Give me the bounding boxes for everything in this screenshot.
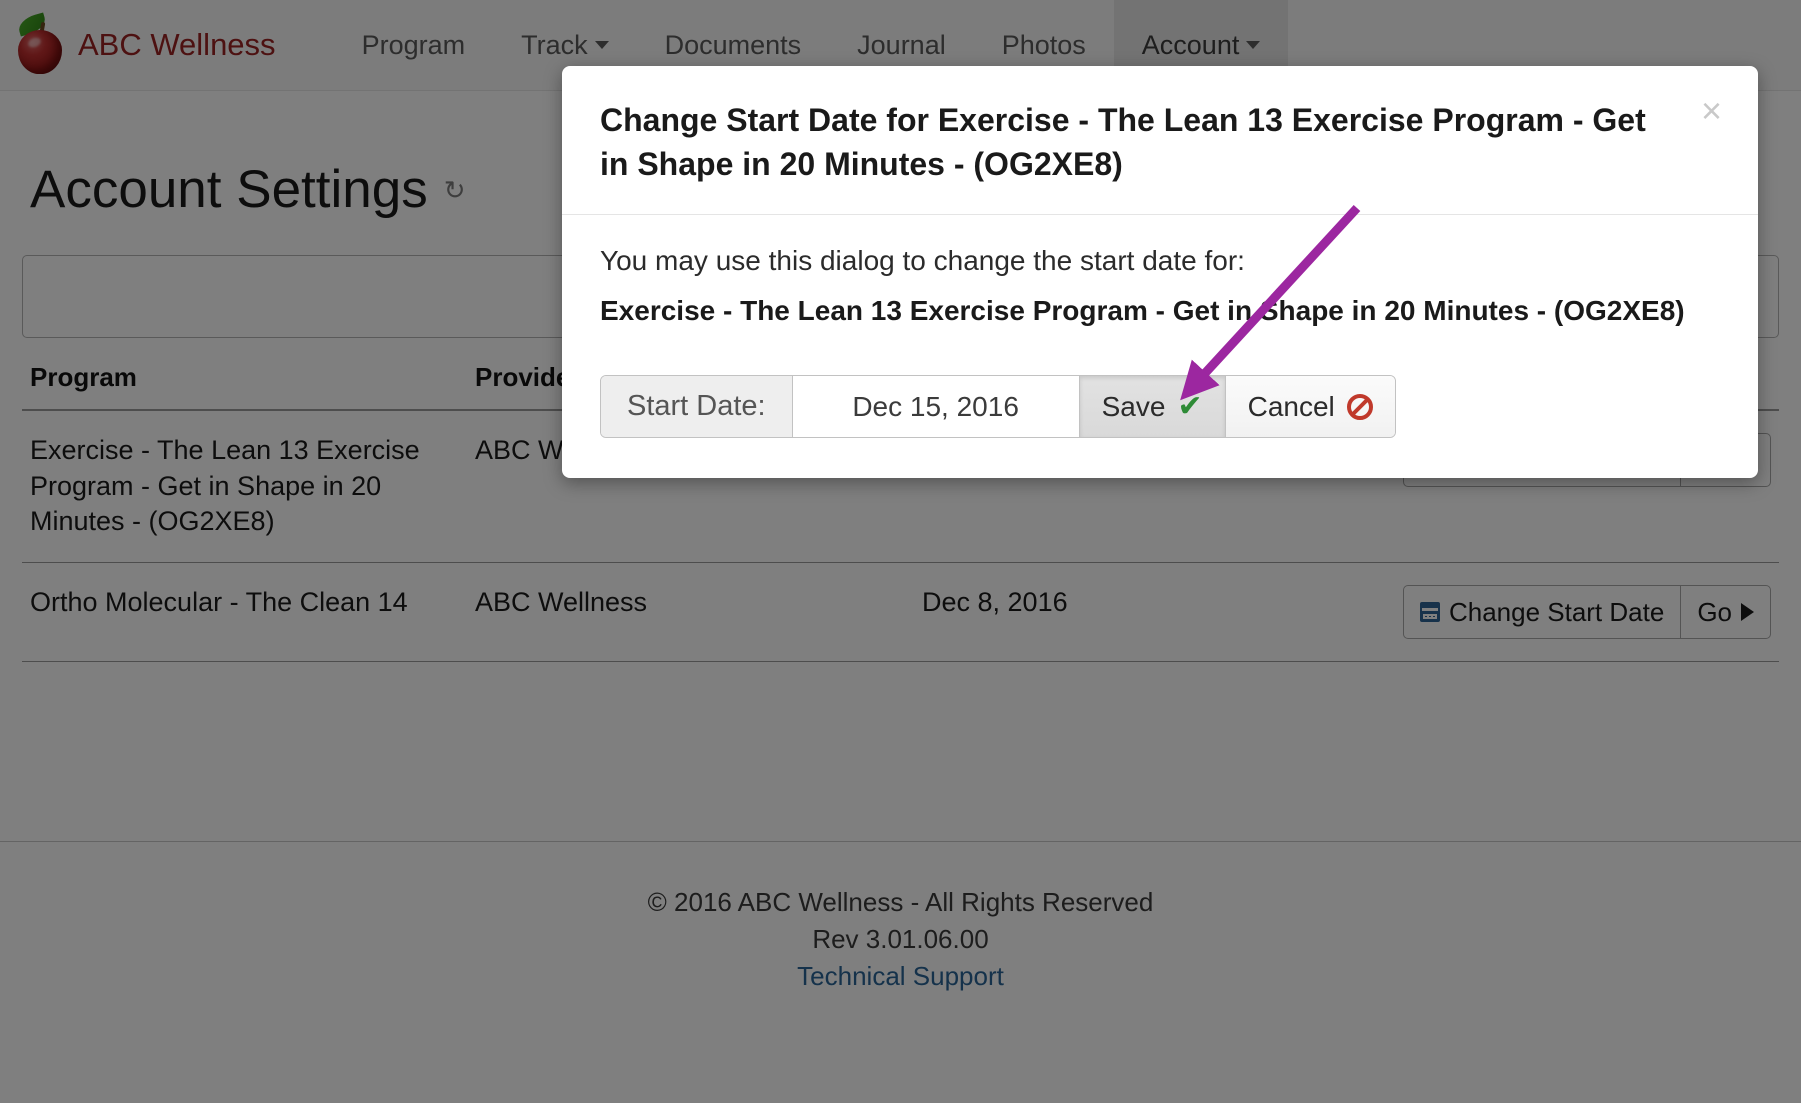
save-label: Save bbox=[1101, 390, 1166, 422]
modal-header: Change Start Date for Exercise - The Lea… bbox=[562, 66, 1758, 216]
cancel-button[interactable]: Cancel bbox=[1224, 376, 1395, 438]
modal-title: Change Start Date for Exercise - The Lea… bbox=[600, 102, 1646, 183]
save-button[interactable]: Save ✔ bbox=[1078, 376, 1225, 438]
start-date-input-group: Start Date: Save ✔ Cancel bbox=[600, 375, 1396, 439]
modal-lead-text: You may use this dialog to change the st… bbox=[600, 245, 1245, 277]
close-icon[interactable]: × bbox=[1695, 92, 1728, 130]
check-icon: ✔ bbox=[1177, 389, 1203, 423]
ban-icon bbox=[1346, 393, 1373, 420]
modal-program-name: Exercise - The Lean 13 Exercise Program … bbox=[600, 295, 1685, 327]
screen: ABC Wellness Program Track Documents Jou… bbox=[0, 0, 1801, 1103]
cancel-label: Cancel bbox=[1247, 390, 1335, 422]
start-date-input[interactable] bbox=[792, 376, 1079, 438]
start-date-label: Start Date: bbox=[601, 376, 793, 438]
modal-body: You may use this dialog to change the st… bbox=[562, 215, 1758, 478]
change-start-date-modal: Change Start Date for Exercise - The Lea… bbox=[562, 66, 1758, 479]
